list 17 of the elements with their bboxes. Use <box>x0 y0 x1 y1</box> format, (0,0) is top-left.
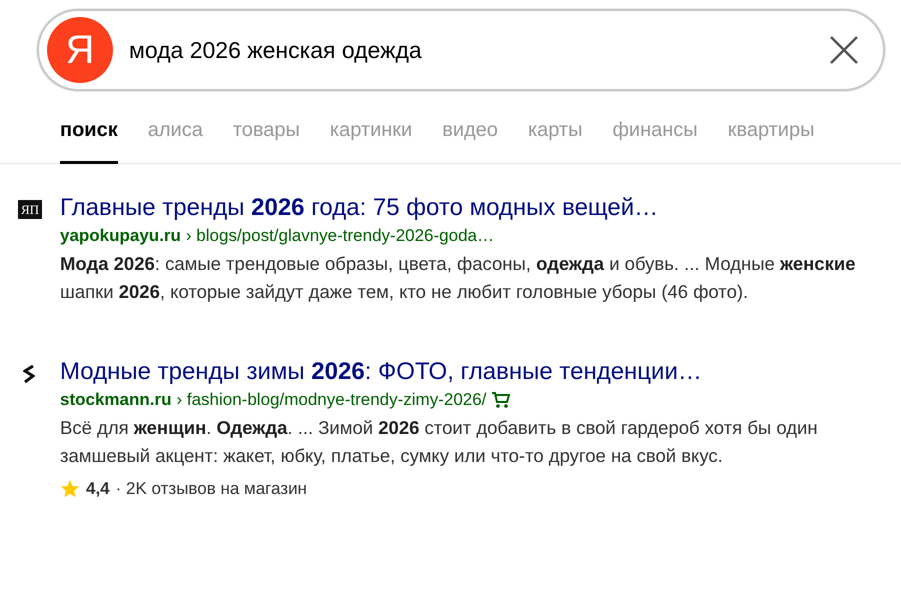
rating-value: 4,4 <box>86 478 110 500</box>
result-path: › fashion-blog/modnye-trendy-zimy-2026/ <box>176 389 486 411</box>
search-field[interactable]: Я мода 2026 женская одежда <box>37 9 885 91</box>
result-snippet: Всё для женщин. Одежда. ... Зимой 2026 стоит добавить в свой гардероб хотя бы один замшевый акцент: жакет, юбку, платье, сумку или что-то другое на свой вкус. <box>60 416 819 468</box>
site-favicon: ЯП <box>18 200 42 219</box>
result-domain[interactable]: yapokupayu.ru <box>60 224 181 248</box>
star-icon <box>60 479 80 498</box>
result-snippet: Мода 2026: самые трендовые образы, цвета, фасоны, одежда и обувь. ... Модные женские шапки 2026, которые зайдут даже тем, кто не любит головные уборы (46 фото). <box>60 252 856 304</box>
nav-tab[interactable]: поиск <box>60 111 118 164</box>
result-title[interactable]: Главные тренды 2026 года: 75 фото модных вещей… <box>60 192 658 224</box>
result-path: › blogs/post/glavnye-trendy-2026-goda… <box>186 225 494 247</box>
review-count: · 2K отзывов на магазин <box>116 478 307 500</box>
result-domain[interactable]: stockmann.ru <box>60 388 172 412</box>
close-icon[interactable] <box>829 35 859 65</box>
search-query[interactable]: мода 2026 женская одежда <box>129 32 829 68</box>
result-title[interactable]: Модные тренды зимы 2026: ФОТО, главные тенденции… <box>60 356 702 388</box>
logo: Я <box>47 17 113 83</box>
